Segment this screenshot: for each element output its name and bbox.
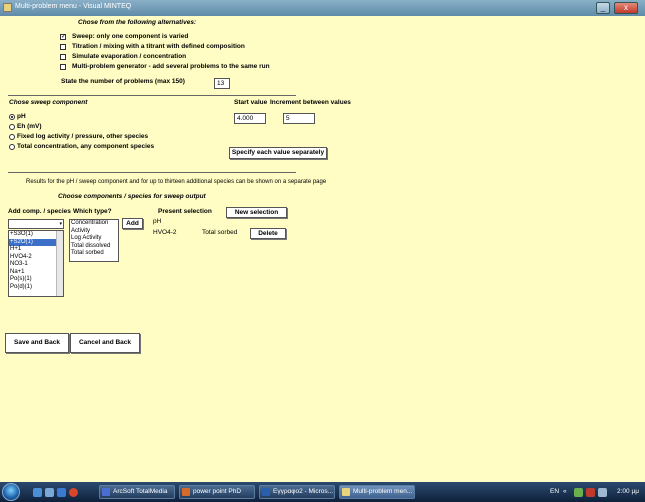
cancel-back-button[interactable]: Cancel and Back [70, 333, 140, 353]
radio-ph[interactable] [9, 114, 15, 120]
arcsoft-icon [102, 488, 110, 496]
results-note: Results for the pH / sweep component and… [26, 179, 327, 185]
task-powerpoint[interactable]: power point PhD [179, 485, 255, 499]
add-species-label: Add comp. / species [8, 208, 71, 215]
word-icon [262, 488, 270, 496]
species-list-item[interactable]: Po(d)(1) [9, 284, 63, 292]
type-list-item[interactable]: Total sorbed [70, 250, 118, 258]
radio-ph-label: pH [17, 113, 26, 120]
radio-eh[interactable] [9, 124, 15, 130]
species-list[interactable]: +S3O(1) +S2O(1) H+1 HVO4-2 NO3-1 Na+1 Po(s)(1)… [8, 230, 64, 297]
minimize-icon: _ [600, 3, 606, 12]
tray-arrow-icon[interactable]: « [563, 488, 567, 495]
species-list-item[interactable]: +S3O(1) [9, 231, 63, 239]
divider-top [8, 95, 296, 96]
sweep-option-label: Sweep: only one component is varied [72, 33, 189, 40]
increment-label: Increment between values [270, 99, 351, 106]
clock[interactable]: 2:00 μμ [617, 488, 639, 495]
multi-generator-checkbox[interactable] [60, 64, 66, 70]
powerpoint-icon [182, 488, 190, 496]
titration-option-label: Titration / mixing with a titrant with d… [72, 43, 245, 50]
task-arcsoft-label: ArcSoft TotalMedia [113, 488, 168, 495]
species-list-item[interactable]: Po(s)(1) [9, 276, 63, 284]
chrome-icon[interactable] [69, 488, 78, 497]
volume-icon[interactable] [598, 488, 607, 497]
alternatives-heading: Chose from the following alternatives: [78, 19, 197, 26]
multi-generator-option-label: Multi-problem generator - add several pr… [72, 63, 270, 70]
type-list[interactable]: Concentration Activity Log Activity Total d… [69, 219, 119, 262]
num-problems-input[interactable]: 13 [214, 78, 230, 89]
present-selection-label: Present selection [158, 208, 212, 215]
type-list-item[interactable]: Total dissolved [70, 243, 118, 251]
sweep-heading: Chose sweep component [9, 99, 88, 106]
ie-icon[interactable] [57, 488, 66, 497]
task-powerpoint-label: power point PhD [193, 488, 242, 495]
sweep-checkbox[interactable]: ✓ [60, 34, 66, 40]
new-selection-button[interactable]: New selection [226, 207, 287, 218]
language-indicator[interactable]: EN [550, 488, 559, 495]
task-word-label: Εγγραφο2 - Micros... [273, 488, 334, 495]
network-icon[interactable] [574, 488, 583, 497]
specify-values-button[interactable]: Specify each value separately [229, 147, 327, 159]
task-minteq-label: Multi-problem men... [353, 488, 413, 495]
radio-eh-label: Eh (mV) [17, 123, 42, 130]
dialog-client: Chose from the following alternatives: ✓… [0, 16, 645, 482]
evaporation-checkbox[interactable] [60, 54, 66, 60]
explorer-icon[interactable] [45, 488, 54, 497]
add-button[interactable]: Add [122, 218, 143, 229]
start-value-label: Start value [234, 99, 268, 106]
species-combo[interactable]: ▾ [8, 219, 64, 229]
minteq-icon [342, 488, 350, 496]
species-scrollbar[interactable] [56, 231, 63, 296]
type-list-item[interactable]: Log Activity [70, 235, 118, 243]
titration-checkbox[interactable] [60, 44, 66, 50]
task-word[interactable]: Εγγραφο2 - Micros... [259, 485, 335, 499]
tray-warning-icon[interactable] [586, 488, 595, 497]
minimize-button[interactable]: _ [596, 2, 610, 14]
task-minteq[interactable]: Multi-problem men... [339, 485, 415, 499]
evaporation-option-label: Simulate evaporation / concentration [72, 53, 187, 60]
species-list-item[interactable]: Na+1 [9, 269, 63, 277]
save-back-button[interactable]: Save and Back [5, 333, 69, 353]
start-value-input[interactable]: 4.000 [234, 113, 266, 124]
species-list-item[interactable]: HVO4-2 [9, 254, 63, 262]
increment-input[interactable]: 5 [283, 113, 315, 124]
output-heading: Choose components / species for sweep ou… [58, 193, 206, 200]
divider-middle [8, 172, 296, 173]
radio-total-conc-label: Total concentration, any component speci… [17, 143, 155, 150]
radio-fixed-log[interactable] [9, 134, 15, 140]
species-list-item[interactable]: +S2O(1) [9, 238, 63, 246]
check-icon: ✓ [61, 34, 67, 40]
which-type-label: Which type? [73, 208, 112, 215]
delete-button[interactable]: Delete [250, 228, 286, 239]
present-species-ph: pH [153, 218, 162, 225]
present-species-hvo4: HVO4-2 [153, 229, 177, 236]
taskbar: ArcSoft TotalMedia power point PhD Εγγρα… [0, 482, 645, 502]
app-icon [3, 3, 12, 12]
species-list-item[interactable]: H+1 [9, 246, 63, 254]
close-icon: x [624, 3, 628, 12]
task-arcsoft[interactable]: ArcSoft TotalMedia [99, 485, 175, 499]
radio-fixed-log-label: Fixed log activity / pressure, other spe… [17, 133, 149, 140]
radio-total-conc[interactable] [9, 144, 15, 150]
num-problems-label: State the number of problems (max 150) [61, 78, 185, 85]
desktop-icon[interactable] [33, 488, 42, 497]
close-button[interactable]: x [614, 2, 638, 14]
window-titlebar[interactable]: Multi-problem menu - Visual MINTEQ _ x [0, 0, 645, 16]
type-list-item[interactable]: Concentration [70, 220, 118, 228]
start-button[interactable] [2, 483, 20, 501]
present-type-hvo4: Total sorbed [202, 229, 238, 236]
chevron-down-icon: ▾ [59, 221, 62, 227]
type-list-item[interactable]: Activity [70, 228, 118, 236]
species-list-item[interactable]: NO3-1 [9, 261, 63, 269]
window-title: Multi-problem menu - Visual MINTEQ [15, 3, 132, 10]
